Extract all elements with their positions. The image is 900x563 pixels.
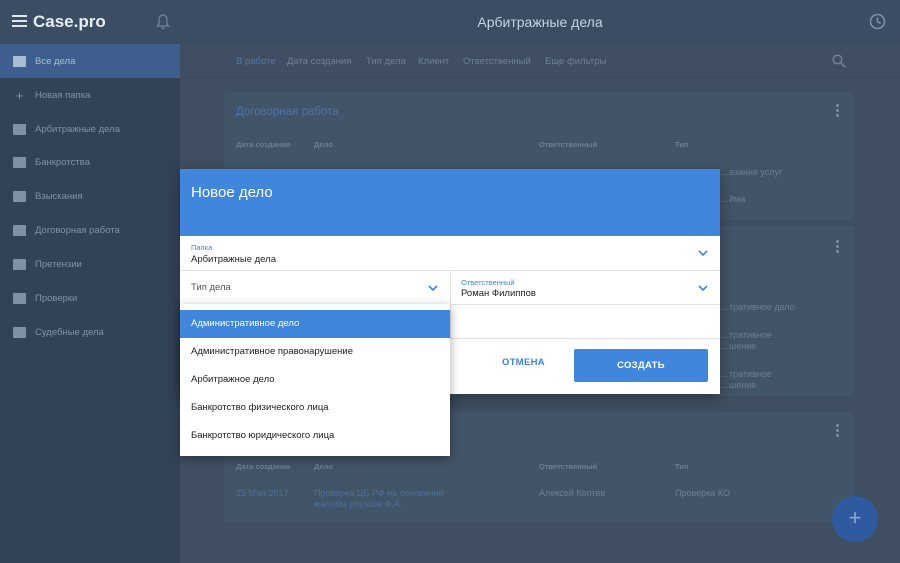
dropdown-option[interactable]: Банкротство физического лица <box>180 394 450 422</box>
search-icon[interactable] <box>832 54 846 68</box>
sidebar-item-collections[interactable]: Взыскания <box>0 179 180 213</box>
sidebar-item-label: Претензии <box>35 258 82 270</box>
responsible-label: Ответственный <box>461 278 515 287</box>
case-type-dropdown: Административное дело Административное п… <box>180 304 450 456</box>
case-type-select[interactable]: Тип дела <box>180 270 450 304</box>
bell-icon[interactable] <box>156 14 170 30</box>
table-cell-type: …шение <box>720 380 757 390</box>
col-header-type: Тип <box>675 462 689 471</box>
dropdown-option[interactable]: Административное дело <box>180 310 450 338</box>
dialog-title: Новое дело <box>191 184 273 201</box>
folder-label: Папка <box>191 243 213 252</box>
filter-created-date[interactable]: Дата создания <box>287 56 351 67</box>
col-header-type: Тип <box>675 140 689 149</box>
sidebar: Все дела + Новая папка Арбитражные дела … <box>0 44 180 563</box>
dropdown-option[interactable]: Банкротство юридического лица <box>180 422 450 450</box>
table-cell-type: Проверка КО <box>675 488 730 498</box>
filter-bar: В работе Дата создания Тип дела Клиент О… <box>180 44 900 78</box>
sidebar-item-label: Банкротства <box>35 156 90 168</box>
create-button[interactable]: СОЗДАТЬ <box>574 349 708 382</box>
filter-more[interactable]: Еще фильтры <box>545 56 606 67</box>
responsible-value: Роман Филиппов <box>461 288 536 299</box>
folder-user-icon <box>13 258 26 270</box>
history-clock-icon[interactable] <box>869 13 886 30</box>
table-cell-date: 25 Мая 2017 <box>236 488 289 498</box>
filter-case-type[interactable]: Тип дела <box>366 56 406 67</box>
table-cell-case-link[interactable]: Проверка ЦБ РФ на основании жалобы physi… <box>314 488 464 510</box>
app-root: Case.pro Арбитражные дела Все дела + Нов… <box>0 0 900 563</box>
app-logo[interactable]: Case.pro <box>33 12 106 32</box>
sidebar-item-court-cases[interactable]: Судебные дела <box>0 315 180 349</box>
page-title: Арбитражные дела <box>477 14 603 30</box>
col-header-date: Дата создания <box>236 462 291 471</box>
case-type-placeholder: Тип дела <box>191 282 231 293</box>
sidebar-item-all-cases[interactable]: Все дела <box>0 44 180 78</box>
table-cell-type: …тративное дело <box>720 302 795 312</box>
folder-user-icon <box>13 156 26 168</box>
folder-value: Арбитражные дела <box>191 254 276 265</box>
more-vert-icon[interactable] <box>836 240 840 254</box>
sidebar-item-label: Все дела <box>35 55 76 67</box>
divider <box>450 304 720 305</box>
chevron-down-icon <box>698 285 708 292</box>
sidebar-item-contract-work[interactable]: Договорная работа <box>0 213 180 247</box>
col-header-responsible: Ответственный <box>539 462 598 471</box>
plus-icon: + <box>15 87 24 103</box>
col-header-case: Дело <box>314 462 333 471</box>
filter-client[interactable]: Клиент <box>418 56 449 67</box>
table-cell-type: …тративное <box>720 330 772 340</box>
col-header-date: Дата создания <box>236 140 291 149</box>
hamburger-menu-icon[interactable] <box>12 15 27 27</box>
col-header-responsible: Ответственный <box>539 140 598 149</box>
dropdown-option[interactable]: Арбитражное дело <box>180 366 450 394</box>
more-vert-icon[interactable] <box>836 104 840 118</box>
sidebar-item-inspections[interactable]: Проверки <box>0 281 180 315</box>
sidebar-item-label: Арбитражные дела <box>35 123 120 135</box>
folder-user-icon <box>13 292 26 304</box>
folder-user-icon <box>13 326 26 338</box>
sidebar-item-label: Взыскания <box>35 190 83 202</box>
dropdown-option[interactable]: Административное правонарушение <box>180 338 450 366</box>
card-title[interactable]: Договорная работа <box>236 106 339 118</box>
folder-user-icon <box>13 190 26 202</box>
sidebar-item-label: Судебные дела <box>35 326 104 338</box>
sidebar-item-arbitration[interactable]: Арбитражные дела <box>0 112 180 146</box>
table-cell-type: …азания услуг <box>720 167 783 177</box>
divider <box>450 338 720 339</box>
sidebar-item-label: Новая папка <box>35 89 91 101</box>
table-cell-type: …шение <box>720 341 757 351</box>
filter-in-work[interactable]: В работе <box>236 56 276 67</box>
sidebar-item-label: Проверки <box>35 292 78 304</box>
more-vert-icon[interactable] <box>836 424 840 438</box>
sidebar-item-claims[interactable]: Претензии <box>0 247 180 281</box>
sidebar-item-label: Договорная работа <box>35 224 120 236</box>
table-cell-responsible: Алексей Коптев <box>539 488 606 498</box>
filter-responsible[interactable]: Ответственный <box>463 56 531 67</box>
add-case-fab-button[interactable]: + <box>832 496 878 542</box>
table-cell-type: …йма <box>720 194 746 204</box>
folder-user-icon <box>13 224 26 236</box>
top-bar: Case.pro Арбитражные дела <box>0 0 900 44</box>
briefcase-icon <box>13 55 26 67</box>
dialog-header: Новое дело <box>180 169 720 236</box>
responsible-select[interactable]: Ответственный Роман Филиппов <box>450 270 720 304</box>
table-cell-type: …тративное <box>720 369 772 379</box>
chevron-down-icon <box>428 285 438 292</box>
folder-user-icon <box>13 123 26 135</box>
sidebar-item-new-folder[interactable]: + Новая папка <box>0 78 180 112</box>
sidebar-item-bankruptcy[interactable]: Банкротства <box>0 145 180 179</box>
folder-select[interactable]: Папка Арбитражные дела <box>180 236 720 270</box>
cancel-button[interactable]: ОТМЕНА <box>502 357 545 368</box>
chevron-down-icon <box>698 250 708 257</box>
col-header-case: Дело <box>314 140 333 149</box>
